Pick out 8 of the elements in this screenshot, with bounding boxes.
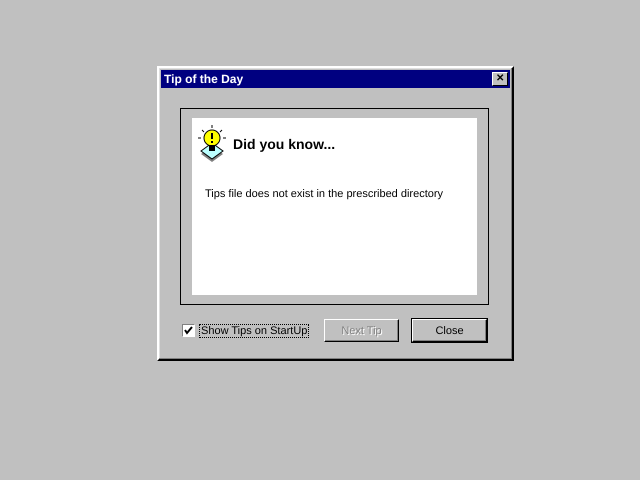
tip-text: Tips file does not exist in the prescribed directory bbox=[205, 188, 444, 200]
window-title: Tip of the Day bbox=[164, 72, 244, 86]
tip-heading: Did you know... bbox=[233, 136, 336, 152]
close-button[interactable]: ✕ bbox=[492, 72, 508, 86]
checkbox[interactable] bbox=[182, 324, 195, 337]
lightbulb-icon bbox=[197, 124, 227, 164]
close-dialog-button[interactable]: Close bbox=[412, 319, 487, 342]
checkbox-label[interactable]: Show Tips on StartUp bbox=[200, 324, 308, 336]
